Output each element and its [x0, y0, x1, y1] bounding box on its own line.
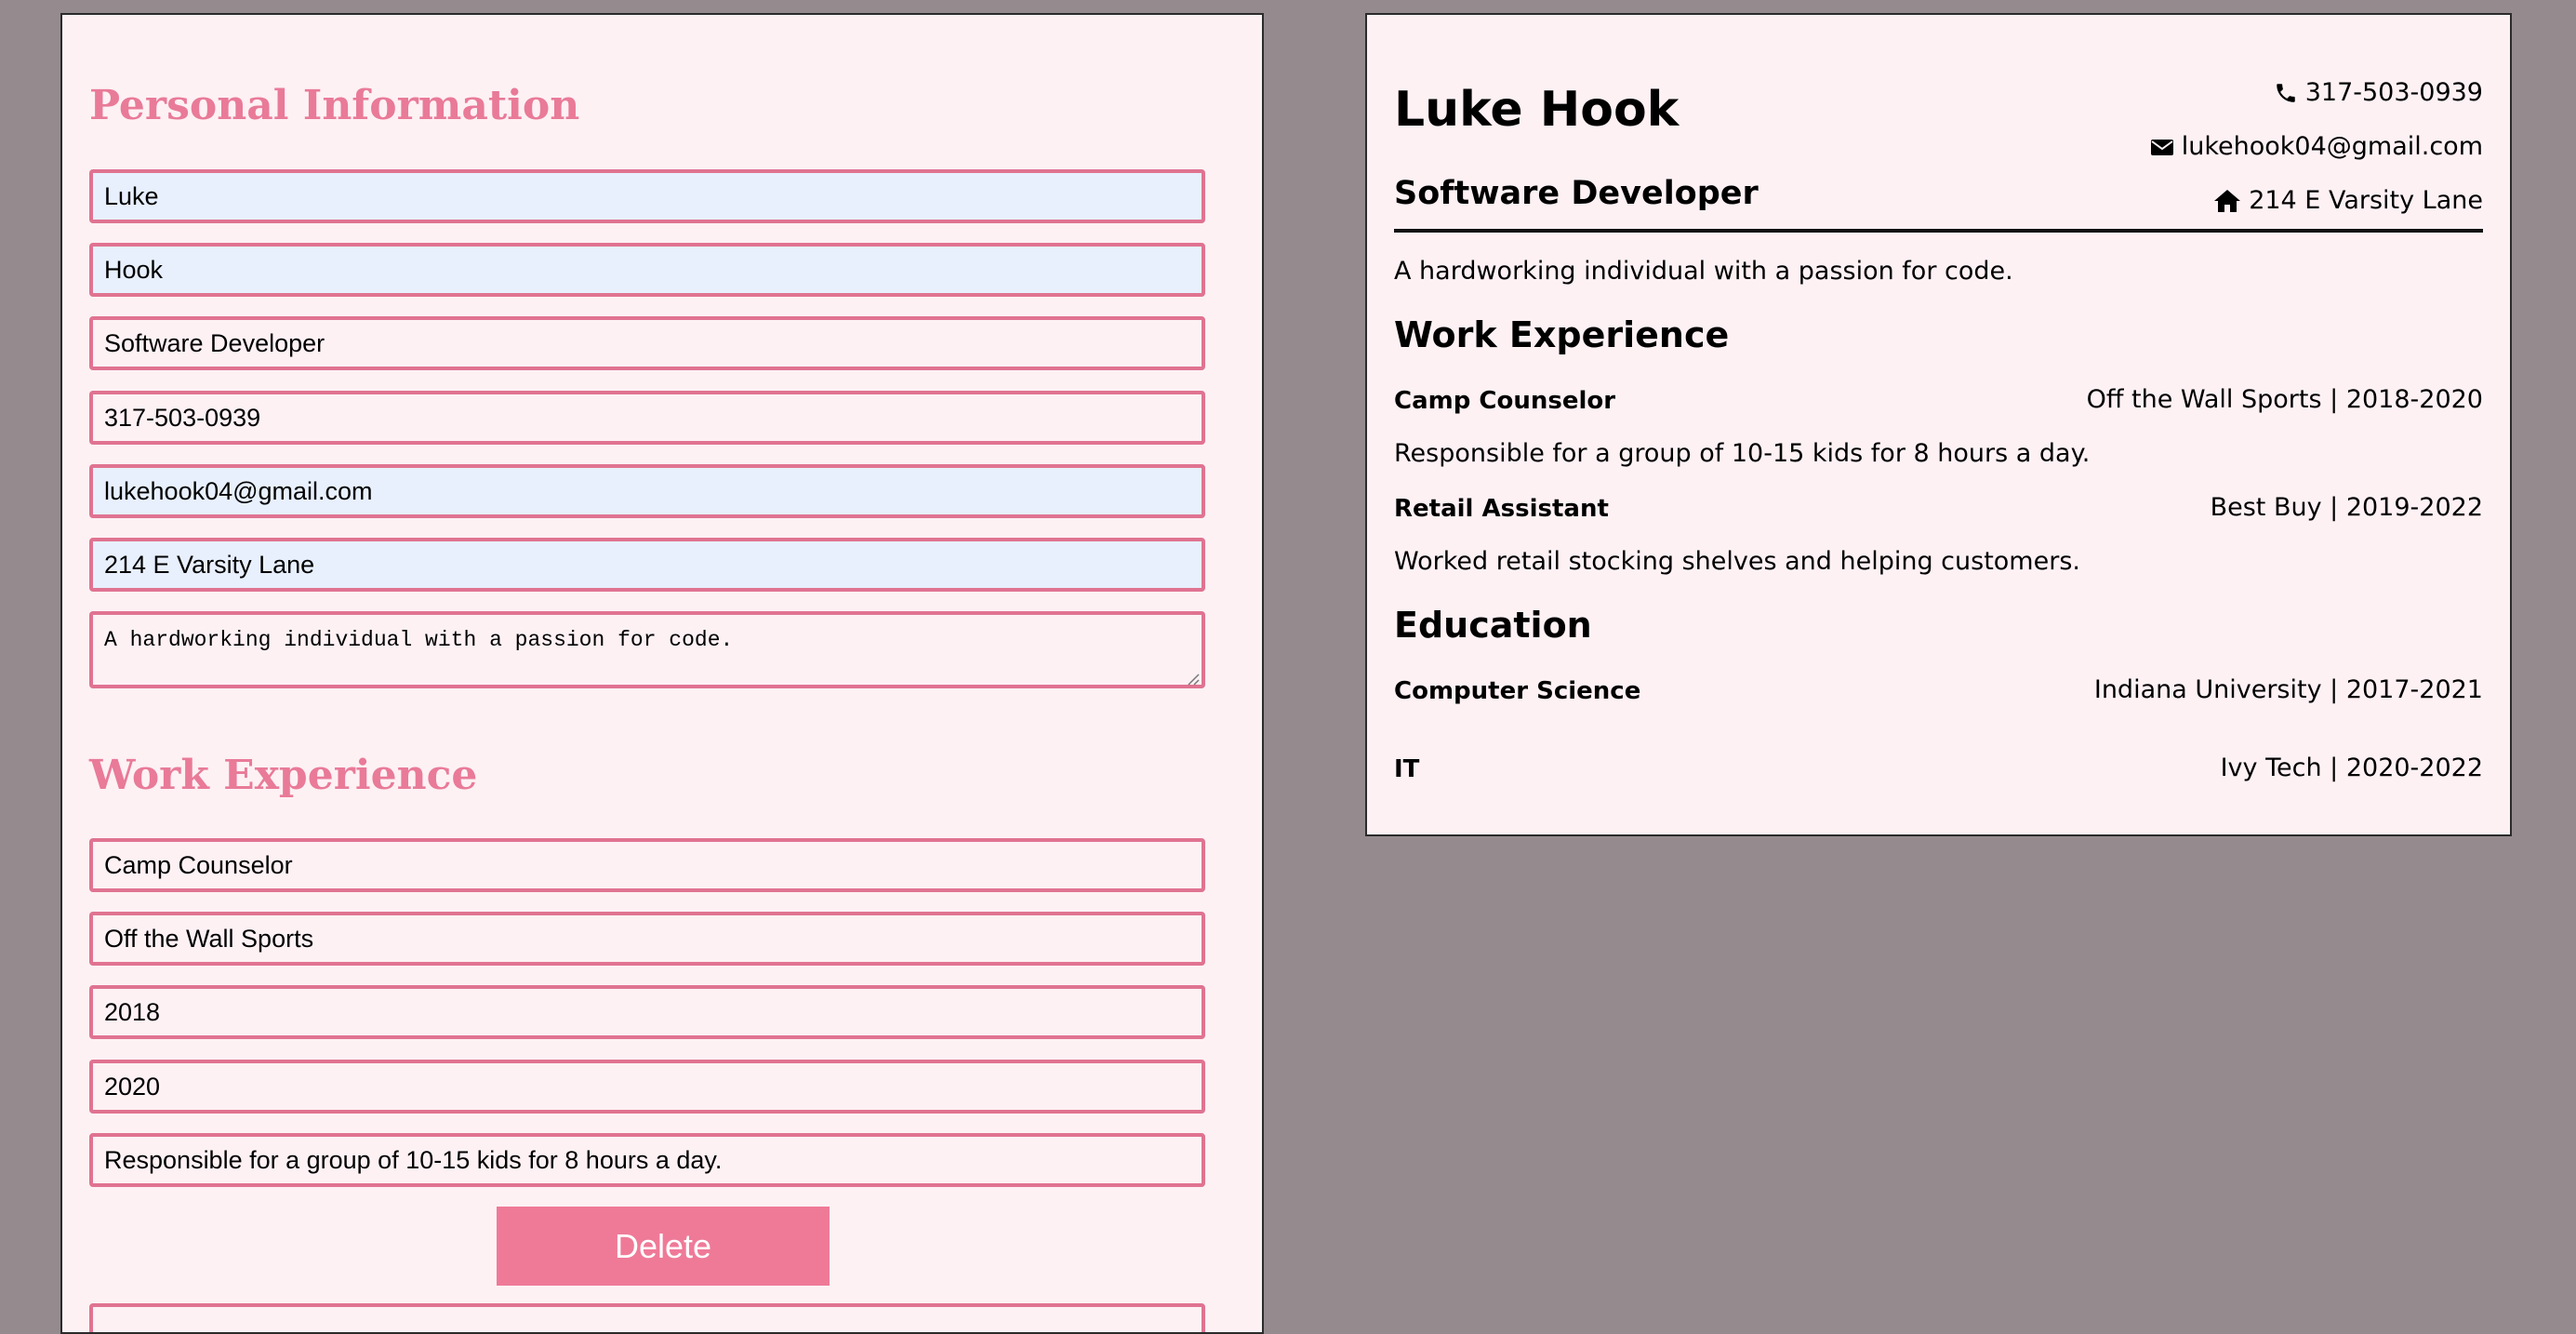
end-year-input[interactable]: [89, 1060, 1205, 1114]
education-entry-title: IT: [1394, 755, 1420, 783]
contact-phone: 317-503-0939: [2274, 78, 2483, 107]
education-entry-title: Computer Science: [1394, 677, 1641, 705]
position-input[interactable]: [89, 838, 1205, 892]
resume-education-heading: Education: [1394, 605, 1592, 646]
delete-button[interactable]: Delete: [497, 1207, 830, 1286]
resize-grip-icon[interactable]: [1186, 672, 1201, 687]
education-entry-meta: Indiana University | 2017-2021: [2093, 675, 2483, 704]
last-name-input[interactable]: [89, 243, 1205, 297]
envelope-icon: [2150, 139, 2173, 155]
start-year-input[interactable]: [89, 985, 1205, 1039]
contact-email-text: lukehook04@gmail.com: [2181, 132, 2483, 161]
work-entry-description: Worked retail stocking shelves and helpi…: [1394, 547, 2080, 576]
work-entry-meta: Best Buy | 2019-2022: [2210, 493, 2483, 522]
phone-icon: [2276, 83, 2295, 102]
first-name-input[interactable]: [89, 169, 1205, 223]
resume-summary: A hardworking individual with a passion …: [1394, 257, 2013, 286]
resume-editor-panel: Personal Information A hardworking indiv…: [60, 13, 1264, 1334]
resume-preview-panel: Luke Hook 317-503-0939 lukehook04@gmail.…: [1365, 13, 2512, 836]
email-input[interactable]: [89, 464, 1205, 518]
resume-work-heading: Work Experience: [1394, 314, 1730, 355]
header-divider: [1394, 229, 2483, 233]
company-input[interactable]: [89, 912, 1205, 966]
contact-phone-text: 317-503-0939: [2304, 78, 2483, 107]
home-icon: [2214, 189, 2241, 212]
personal-information-heading: Personal Information: [89, 82, 580, 129]
contact-email: lukehook04@gmail.com: [2150, 132, 2483, 161]
contact-address-text: 214 E Varsity Lane: [2249, 186, 2483, 215]
work-description-input[interactable]: [89, 1133, 1205, 1187]
address-input[interactable]: [89, 538, 1205, 592]
work-entry-title: Retail Assistant: [1394, 495, 1609, 523]
resume-name: Luke Hook: [1394, 82, 1680, 138]
summary-textarea[interactable]: A hardworking individual with a passion …: [89, 611, 1205, 688]
work-experience-heading: Work Experience: [89, 752, 478, 799]
resume-job-title: Software Developer: [1394, 175, 1759, 212]
work-entry-meta: Off the Wall Sports | 2018-2020: [2086, 385, 2483, 414]
contact-address: 214 E Varsity Lane: [2213, 186, 2483, 215]
job-title-input[interactable]: [89, 316, 1205, 370]
next-entry-input[interactable]: [89, 1303, 1205, 1332]
work-entry-title: Camp Counselor: [1394, 387, 1616, 415]
phone-input[interactable]: [89, 391, 1205, 445]
education-entry-meta: Ivy Tech | 2020-2022: [2220, 754, 2483, 782]
work-entry-description: Responsible for a group of 10-15 kids fo…: [1394, 439, 2091, 468]
